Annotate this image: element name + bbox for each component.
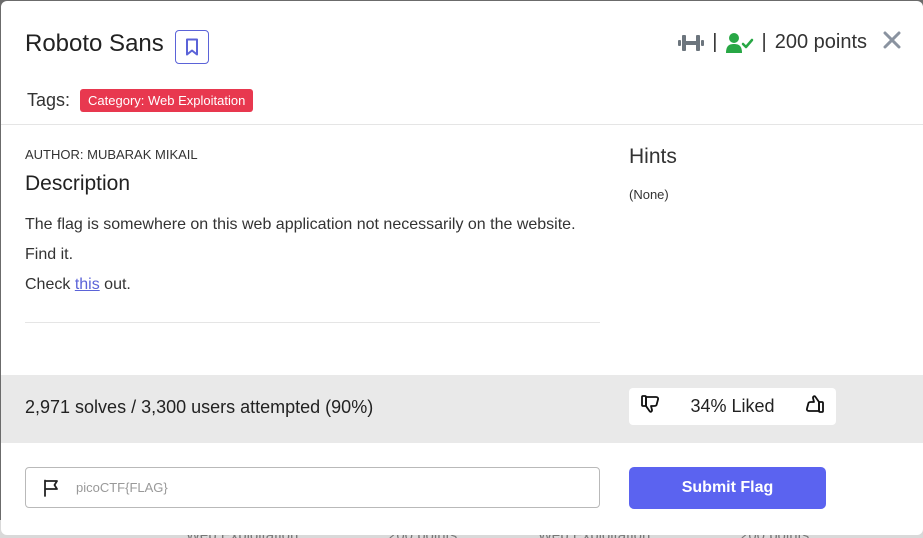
flag-icon-wrapper [26, 479, 76, 497]
dislike-button[interactable] [641, 395, 661, 418]
description-heading: Description [25, 172, 131, 195]
solves-stats: 2,971 solves / 3,300 users attempted (90… [25, 397, 374, 417]
challenge-modal: Roboto Sans | | 200 points Tags: Categor… [1, 1, 923, 535]
thumbs-down-icon [641, 395, 660, 413]
divider [25, 322, 600, 323]
category-tag[interactable]: Category: Web Exploitation [80, 89, 254, 112]
separator: | [712, 31, 718, 53]
close-button[interactable] [881, 29, 903, 53]
separator: | [761, 31, 767, 53]
stats-bar: 2,971 solves / 3,300 users attempted (90… [1, 375, 923, 443]
like-button[interactable] [804, 395, 824, 418]
author: AUTHOR: MUBARAK MIKAIL [25, 147, 198, 162]
bookmark-button[interactable] [175, 30, 209, 64]
description-section: AUTHOR: MUBARAK MIKAIL Description The f… [25, 147, 600, 300]
challenge-meta: | | 200 points [678, 31, 867, 54]
challenge-title: Roboto Sans [25, 30, 164, 57]
modal-header: Roboto Sans | | 200 points Tags: Categor… [1, 1, 923, 125]
description-text: The flag is somewhere on this web applic… [25, 210, 600, 300]
dumbbell-icon [678, 34, 705, 51]
check-line: Check this out. [25, 270, 600, 300]
challenge-points: 200 points [774, 31, 867, 53]
check-prefix: Check [25, 276, 71, 293]
bookmark-icon [186, 38, 198, 56]
check-suffix: out. [104, 276, 131, 293]
user-check-icon [725, 32, 753, 53]
submit-flag-button[interactable]: Submit Flag [629, 467, 826, 509]
description-body: The flag is somewhere on this web applic… [25, 216, 576, 263]
flag-input-group [25, 467, 600, 508]
hints-heading: Hints [629, 145, 677, 168]
check-link[interactable]: this [75, 276, 100, 293]
close-icon [883, 31, 901, 49]
tags-row: Tags: Category: Web Exploitation [27, 89, 254, 112]
thumbs-up-icon [805, 395, 824, 413]
hints-section: Hints (None) [629, 145, 909, 202]
flag-icon [44, 479, 58, 497]
hints-text: (None) [629, 187, 669, 202]
liked-percentage: 34% Liked [690, 396, 775, 416]
tags-label: Tags: [27, 90, 71, 110]
flag-input[interactable] [76, 480, 576, 495]
like-box: 34% Liked [629, 388, 836, 425]
